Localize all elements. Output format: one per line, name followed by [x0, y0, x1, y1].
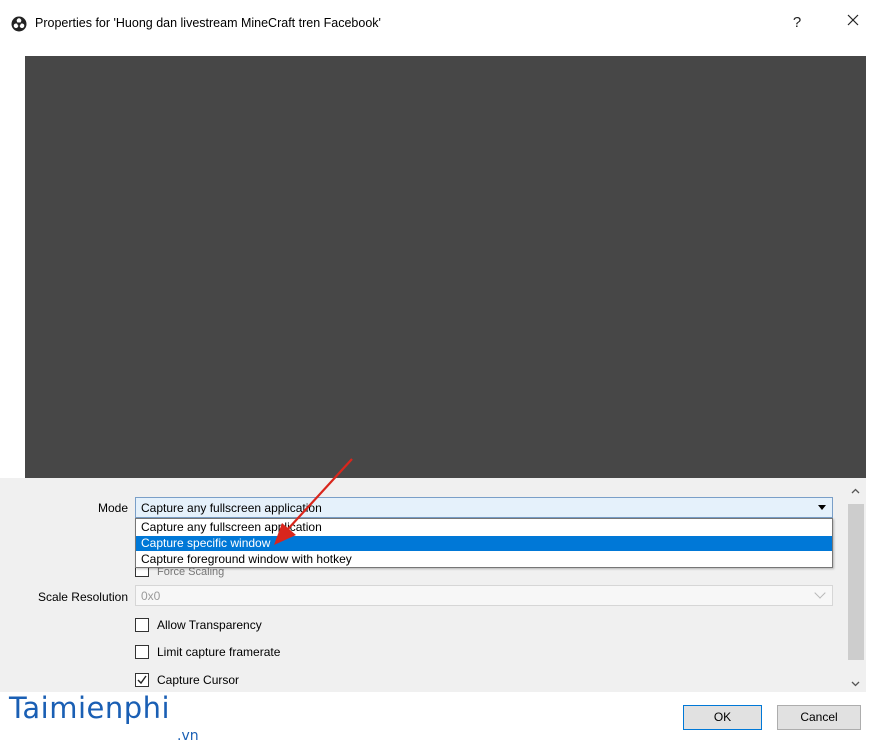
properties-scrollbar[interactable] [845, 478, 866, 692]
mode-option-highlighted[interactable]: Capture specific window [136, 536, 832, 551]
capture-cursor-label: Capture Cursor [157, 673, 240, 687]
limit-framerate-label: Limit capture framerate [157, 645, 281, 659]
checkmark-icon [137, 675, 147, 685]
scrollbar-thumb[interactable] [848, 504, 864, 660]
cancel-button[interactable]: Cancel [777, 705, 861, 730]
window-title: Properties for 'Huong dan livestream Min… [35, 16, 381, 30]
close-icon [847, 14, 859, 26]
source-preview [25, 56, 866, 478]
mode-select[interactable]: Capture any fullscreen application [135, 497, 833, 518]
chevron-down-icon [814, 587, 826, 599]
help-button[interactable]: ? [786, 12, 808, 34]
allow-transparency-checkbox[interactable] [135, 618, 149, 632]
watermark-logo: Taimienphi [9, 691, 171, 725]
scale-resolution-value: 0x0 [141, 589, 161, 603]
watermark-domain: .vn [177, 728, 199, 744]
scroll-down-icon[interactable] [850, 678, 861, 689]
chevron-down-icon [818, 505, 826, 510]
mode-option[interactable]: Capture any fullscreen application [136, 520, 832, 535]
mode-label: Mode [97, 501, 128, 515]
scale-resolution-select[interactable]: 0x0 [135, 585, 833, 606]
close-button[interactable] [842, 11, 864, 33]
limit-framerate-checkbox[interactable] [135, 645, 149, 659]
allow-transparency-label: Allow Transparency [157, 618, 262, 632]
obs-logo-icon [11, 16, 27, 32]
mode-dropdown-list: Capture any fullscreen application Captu… [135, 518, 833, 568]
capture-cursor-checkbox[interactable] [135, 673, 149, 687]
ok-button[interactable]: OK [683, 705, 762, 730]
annotation-arrow-icon [274, 458, 353, 545]
title-bar: Properties for 'Huong dan livestream Min… [0, 0, 870, 46]
scale-resolution-label: Scale Resolution [37, 590, 128, 604]
mode-option[interactable]: Capture foreground window with hotkey [136, 552, 832, 567]
scroll-up-icon[interactable] [850, 486, 861, 497]
